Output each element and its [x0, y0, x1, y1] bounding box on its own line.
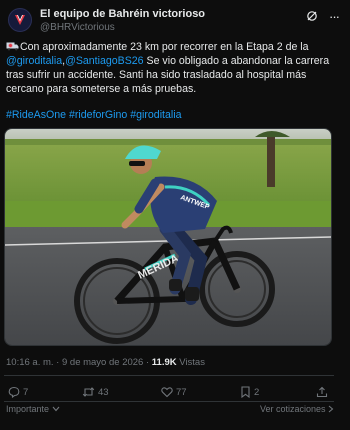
importante-menu[interactable]: Importante — [6, 404, 60, 414]
bookmark-button[interactable]: 2 — [240, 383, 259, 401]
author-handle[interactable]: @BHRVictorious — [40, 22, 115, 33]
bookmark-count: 2 — [254, 386, 260, 398]
chevron-right-icon — [328, 405, 333, 413]
meta-separator: · — [53, 357, 62, 368]
tweet-date[interactable]: 9 de mayo de 2026 — [62, 357, 143, 368]
chevron-down-icon — [52, 406, 60, 412]
more-icon: ··· — [329, 8, 340, 24]
like-count: 77 — [176, 386, 187, 398]
tweet-text-line1: Con aproximadamente 23 km por recorrer e… — [20, 41, 309, 53]
more-options-button[interactable]: ··· — [326, 8, 342, 24]
tweet-photo[interactable]: MERIDA ANTWEP — [4, 128, 332, 346]
reply-count: 7 — [23, 386, 29, 398]
tweet-header: El equipo de Bahréin victorioso @BHRVict… — [8, 6, 342, 36]
action-bar: 7 43 77 2 — [6, 383, 332, 401]
views-count: 11.9K — [151, 357, 177, 368]
views-label: Vistas — [179, 357, 205, 368]
avatar[interactable] — [8, 8, 32, 32]
like-button[interactable]: 77 — [161, 383, 187, 401]
cyclist-photo: MERIDA ANTWEP — [5, 129, 331, 345]
grok-button[interactable] — [304, 8, 320, 24]
tweet-time[interactable]: 10:16 a. m. — [6, 357, 54, 368]
repost-count: 43 — [98, 386, 109, 398]
author-name[interactable]: El equipo de Bahréin victorioso — [40, 8, 205, 20]
ambulance-icon — [6, 42, 19, 51]
repost-button[interactable]: 43 — [82, 383, 109, 401]
view-quotes-link[interactable]: Ver cotizaciones — [260, 404, 334, 414]
share-icon — [316, 386, 328, 398]
heart-icon — [161, 387, 173, 398]
reply-icon — [8, 386, 20, 398]
share-button[interactable] — [316, 383, 328, 401]
importante-label: Importante — [6, 404, 50, 414]
hashtags[interactable]: #RideAsOne #rideforGino #giroditalia — [6, 109, 182, 121]
mention-santiagobs26[interactable]: @SantiagoBS26 — [65, 55, 144, 67]
tweet-text: Con aproximadamente 23 km por recorrer e… — [6, 40, 342, 96]
grok-icon — [307, 11, 317, 21]
tweet-meta: 10:16 a. m. · 9 de mayo de 2026 · 11.9K … — [6, 357, 205, 368]
mention-giroditalia[interactable]: @giroditalia — [6, 55, 62, 67]
meta-separator-2: · — [143, 357, 152, 368]
divider-top — [4, 375, 334, 376]
repost-icon — [82, 387, 95, 397]
bookmark-icon — [241, 386, 250, 398]
divider-bottom — [4, 401, 334, 402]
reply-button[interactable]: 7 — [8, 383, 28, 401]
view-quotes-label: Ver cotizaciones — [260, 404, 326, 414]
team-logo-icon — [15, 14, 25, 25]
